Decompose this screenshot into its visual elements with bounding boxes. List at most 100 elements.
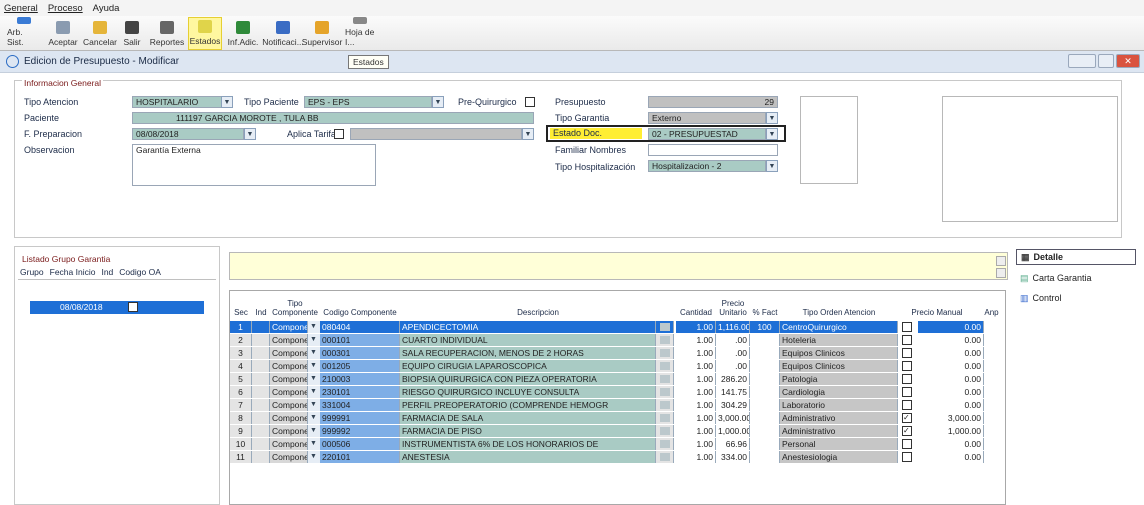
chevron-down-icon[interactable]: ▼ xyxy=(308,347,320,359)
precio-manual-checkbox[interactable] xyxy=(902,322,912,332)
observacion-field[interactable]: Garantía Externa xyxy=(132,144,376,186)
left-table-row[interactable]: 08/08/2018 xyxy=(30,301,204,314)
sec-cell: 11 xyxy=(230,451,252,463)
toolbar-supervisor-button[interactable]: Supervisor xyxy=(302,17,342,50)
row-ind-checkbox[interactable] xyxy=(128,302,138,312)
chevron-down-icon[interactable]: ▼ xyxy=(308,451,320,463)
flag-icon xyxy=(660,349,670,357)
chevron-down-icon[interactable]: ▼ xyxy=(308,373,320,385)
precio-manual-checkbox[interactable] xyxy=(902,335,912,345)
codigo-cell: 230101 xyxy=(320,386,400,398)
precio-manual-checkbox[interactable] xyxy=(902,374,912,384)
toolbar-arb-sist-button[interactable]: Arb. Sist. xyxy=(4,17,44,50)
chevron-down-icon[interactable]: ▼ xyxy=(308,386,320,398)
paciente-field[interactable]: 111197 GARCIA MOROTE , TULA BB xyxy=(132,112,534,124)
codigo-cell: 000506 xyxy=(320,438,400,450)
table-row[interactable]: 6 Componen 230101RIESGO QUIRURGICO INCLUYE… xyxy=(230,386,1005,398)
toolbar-estados-button[interactable]: Estados xyxy=(188,17,222,50)
control-button[interactable]: ▥ Control xyxy=(1016,290,1136,306)
tipo-cell: Componen xyxy=(270,334,308,346)
table-row[interactable]: 7 Componen 331004PERFIL PREOPERATORIO (COM… xyxy=(230,399,1005,411)
note-area[interactable] xyxy=(229,252,1008,280)
precio-manual-checkbox[interactable] xyxy=(902,387,912,397)
scroll-up-button[interactable] xyxy=(996,256,1006,266)
col-header: Anp xyxy=(984,308,999,317)
pre-quirurgico-checkbox[interactable] xyxy=(525,97,535,107)
tipo-cell: Componen xyxy=(270,373,308,385)
precio-cell: 66.96 xyxy=(716,438,750,450)
toolbar-salir-button[interactable]: Salir xyxy=(118,17,146,50)
chevron-down-icon[interactable]: ▼ xyxy=(308,399,320,411)
chevron-down-icon[interactable]: ▼ xyxy=(308,334,320,346)
close-button[interactable]: ✕ xyxy=(1116,54,1140,68)
toolbar-inf-adic-button[interactable]: Inf.Adic. xyxy=(222,17,264,50)
toolbar-aceptar-button[interactable]: Aceptar xyxy=(44,17,82,50)
scroll-down-button[interactable] xyxy=(996,268,1006,278)
chevron-down-icon[interactable]: ▼ xyxy=(766,128,778,140)
tipo-paciente-field[interactable]: EPS - EPS xyxy=(304,96,432,108)
table-row[interactable]: 4 Componen 001205EQUIPO CIRUGIA LAPAROSCOP… xyxy=(230,360,1005,372)
detalle-button[interactable]: ▦ Detalle xyxy=(1016,249,1136,265)
toolbar-cancelar-button[interactable]: Cancelar xyxy=(82,17,118,50)
toolbar-reportes-button[interactable]: Reportes xyxy=(146,17,188,50)
tipo-hosp-field[interactable]: Hospitalizacion - 2 xyxy=(648,160,766,172)
estado-doc-field[interactable]: 02 - PRESUPUESTAD xyxy=(648,128,766,140)
menu-proceso[interactable]: Proceso xyxy=(48,3,83,14)
table-row[interactable]: 3 Componen 000301SALA RECUPERACION, MENOS … xyxy=(230,347,1005,359)
menu-ayuda[interactable]: Ayuda xyxy=(93,3,120,14)
table-row[interactable]: 11 Componen 220101 ANESTESIA 1.00334.00 Anes… xyxy=(230,451,1005,463)
precio-manual-checkbox[interactable]: ✓ xyxy=(902,426,912,436)
chevron-down-icon[interactable]: ▼ xyxy=(221,96,233,108)
precio-manual-checkbox[interactable]: ✓ xyxy=(902,413,912,423)
tarifa-field[interactable] xyxy=(350,128,522,140)
chevron-down-icon[interactable]: ▼ xyxy=(522,128,534,140)
minimize-button[interactable] xyxy=(1068,54,1096,68)
col-header: Sec xyxy=(234,308,248,317)
carta-garantia-button[interactable]: ▤ Carta Garantia xyxy=(1016,270,1136,286)
fact-cell xyxy=(750,412,780,424)
table-row[interactable]: 9Componen999992FARMACIA DE PISO1.001,000… xyxy=(230,425,1005,437)
chevron-down-icon[interactable]: ▼ xyxy=(308,438,320,450)
chevron-down-icon[interactable]: ▼ xyxy=(308,360,320,372)
desc-cell: FARMACIA DE SALA xyxy=(400,412,656,424)
toolbar: Arb. Sist. Aceptar Cancelar Salir Reportes Es… xyxy=(0,16,1144,51)
aplica-tarifa-checkbox[interactable] xyxy=(334,129,344,139)
cantidad-cell: 1.00 xyxy=(676,360,716,372)
calendar-dropdown-icon[interactable]: ▼ xyxy=(244,128,256,140)
chevron-down-icon[interactable]: ▼ xyxy=(308,321,320,333)
precio-manual-checkbox[interactable] xyxy=(902,361,912,371)
tipo-hosp-label: Tipo Hospitalización xyxy=(555,162,636,172)
chevron-down-icon[interactable]: ▼ xyxy=(308,425,320,437)
table-row[interactable]: 8Componen999991FARMACIA DE SALA1.003,000… xyxy=(230,412,1005,424)
familiar-field[interactable] xyxy=(648,144,778,156)
menu-general[interactable]: General xyxy=(4,3,38,14)
chevron-down-icon[interactable]: ▼ xyxy=(432,96,444,108)
fact-cell xyxy=(750,386,780,398)
blank-box xyxy=(800,96,858,184)
codigo-cell: 999992 xyxy=(320,425,400,437)
precio-cell: 304.29 xyxy=(716,399,750,411)
monto-cell: 1,000.00 xyxy=(918,425,984,437)
chevron-down-icon[interactable]: ▼ xyxy=(766,160,778,172)
tipo-atencion-field[interactable]: HOSPITALARIO xyxy=(132,96,222,108)
familiar-label: Familiar Nombres xyxy=(555,145,627,155)
cantidad-cell: 1.00 xyxy=(676,425,716,437)
precio-manual-checkbox[interactable] xyxy=(902,400,912,410)
f-preparacion-label: F. Preparacion xyxy=(24,129,83,139)
precio-manual-checkbox[interactable] xyxy=(902,452,912,462)
precio-manual-checkbox[interactable] xyxy=(902,439,912,449)
table-row[interactable]: 1 Componen 080404APENDICECTOMIA 1.001,116.0… xyxy=(230,321,1005,333)
maximize-button[interactable] xyxy=(1098,54,1114,68)
f-preparacion-field[interactable]: 08/08/2018 xyxy=(132,128,244,140)
paciente-id: 111197 xyxy=(176,113,203,123)
table-row[interactable]: 10 Componen 000506 INSTRUMENTISTA 6% DE LO… xyxy=(230,438,1005,450)
chevron-down-icon[interactable]: ▼ xyxy=(766,112,778,124)
table-row[interactable]: 5 Componen 210003BIOPSIA QUIRURGICA CON PI… xyxy=(230,373,1005,385)
toolbar-notificaci-button[interactable]: Notificaci... xyxy=(262,17,304,50)
toolbar-hoja-de-i-button[interactable]: Hoja de I... xyxy=(342,17,378,50)
sec-cell: 7 xyxy=(230,399,252,411)
chevron-down-icon[interactable]: ▼ xyxy=(308,412,320,424)
tipo-garantia-field[interactable]: Externo xyxy=(648,112,766,124)
precio-manual-checkbox[interactable] xyxy=(902,348,912,358)
table-row[interactable]: 2 Componen 000101CUARTO INDIVIDUAL 1.00.00 H… xyxy=(230,334,1005,346)
